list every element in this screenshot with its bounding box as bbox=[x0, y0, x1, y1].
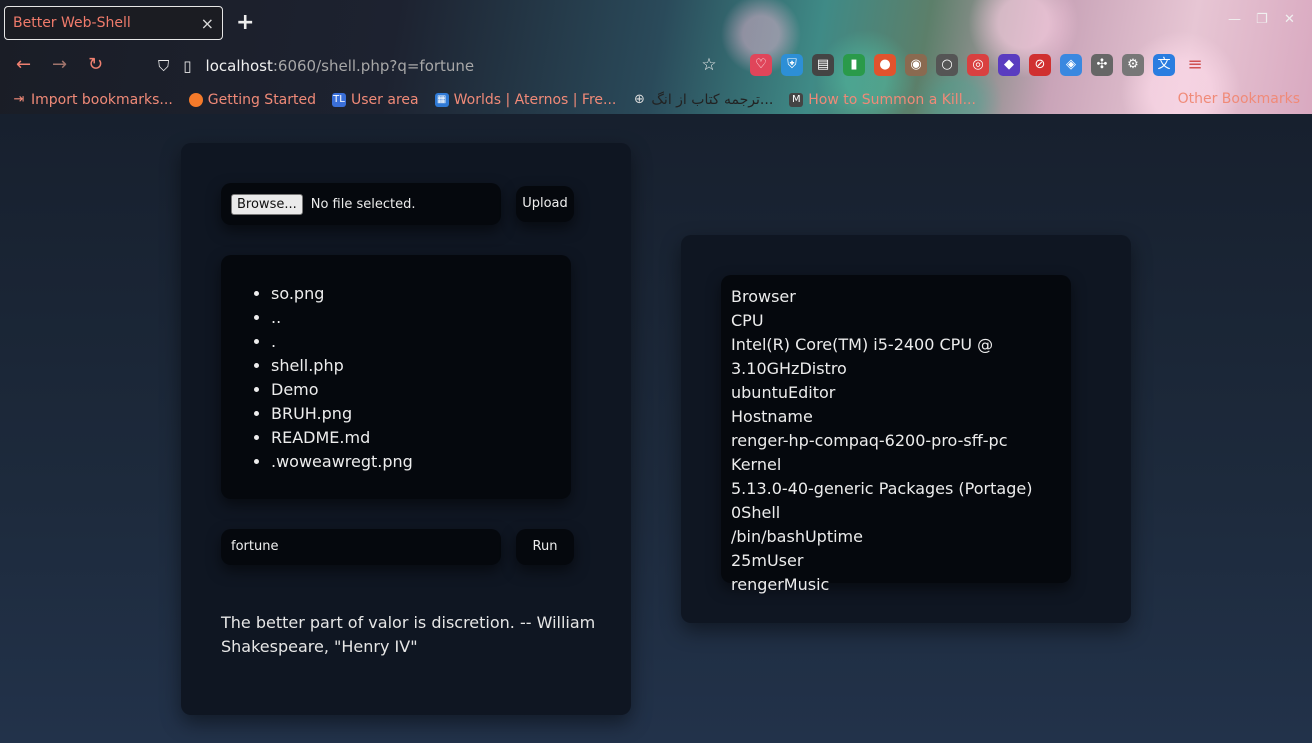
bookmark-summon[interactable]: M How to Summon a Kill... bbox=[789, 92, 976, 108]
owl-icon[interactable]: ◉ bbox=[905, 54, 927, 76]
bookmarks-bar: ⇥ Import bookmarks... Getting Started TL… bbox=[0, 88, 1312, 112]
info-line: CPU bbox=[731, 311, 764, 330]
badge-ext-icon[interactable]: ◈ bbox=[1060, 54, 1082, 76]
list-item: README.md bbox=[271, 426, 571, 450]
info-line: renger-hp-compaq-6200-pro-sff-pc Kernel bbox=[731, 431, 1008, 474]
tab-title: Better Web-Shell bbox=[13, 15, 131, 31]
info-line: /bin/bashUptime bbox=[731, 527, 863, 546]
toolbar-icons: ☆ ♡ ⛨ ▤ ▮ ● ◉ ○ ◎ ◆ ⊘ ◈ ✣ ⚙ 文 ≡ bbox=[698, 54, 1206, 76]
bookmark-label: Getting Started bbox=[207, 92, 317, 108]
reload-icon[interactable]: ↻ bbox=[88, 54, 103, 75]
puzzle-icon[interactable]: ✣ bbox=[1091, 54, 1113, 76]
pocket-icon[interactable]: ♡ bbox=[750, 54, 772, 76]
star-icon[interactable]: ☆ bbox=[698, 54, 720, 76]
page-icon[interactable]: ▯ bbox=[183, 57, 191, 75]
bookmark-label: Import bookmarks... bbox=[31, 92, 173, 108]
info-line: ubuntuEditor bbox=[731, 383, 836, 402]
url-bar[interactable]: ⛉ ▯ localhost :6060/shell.php?q=fortune bbox=[158, 52, 698, 80]
info-line: Hostname bbox=[731, 407, 813, 426]
m-icon: M bbox=[789, 93, 804, 107]
list-item: shell.php bbox=[271, 354, 571, 378]
bookmark-label: How to Summon a Kill... bbox=[808, 92, 976, 108]
circle-ext-icon[interactable]: ○ bbox=[936, 54, 958, 76]
browse-button[interactable]: Browse... bbox=[231, 193, 303, 215]
diamond-ext-icon[interactable]: ◆ bbox=[998, 54, 1020, 76]
info-line: rengerMusic bbox=[731, 575, 830, 594]
new-tab-button[interactable]: + bbox=[236, 10, 254, 35]
url-path: :6060/shell.php?q=fortune bbox=[272, 57, 475, 75]
close-window-icon[interactable]: ✕ bbox=[1284, 12, 1295, 27]
file-upload-field: Browse... No file selected. bbox=[221, 183, 501, 225]
firefox-icon bbox=[188, 93, 203, 107]
run-button[interactable]: Run bbox=[516, 529, 574, 565]
page-content: Browse... No file selected. Upload so.pn… bbox=[0, 114, 1312, 743]
system-info-panel: Browser CPU Intel(R) Core(TM) i5-2400 CP… bbox=[681, 235, 1131, 623]
bookmark-getting-started[interactable]: Getting Started bbox=[188, 92, 317, 108]
import-icon: ⇥ bbox=[13, 92, 25, 107]
container-icon[interactable]: ▤ bbox=[812, 54, 834, 76]
info-line: Intel(R) Core(TM) i5-2400 CPU @ bbox=[731, 335, 994, 354]
shield-ext-icon[interactable]: ⛨ bbox=[781, 54, 803, 76]
system-info: Browser CPU Intel(R) Core(TM) i5-2400 CP… bbox=[721, 275, 1071, 594]
info-line: Browser bbox=[731, 287, 796, 306]
command-output: The better part of valor is discretion. … bbox=[221, 613, 596, 656]
bookmark-user-area[interactable]: TL User area bbox=[332, 92, 419, 108]
bookmark-import[interactable]: ⇥ Import bookmarks... bbox=[12, 92, 173, 108]
translate-icon[interactable]: 文 bbox=[1153, 54, 1175, 76]
other-bookmarks[interactable]: Other Bookmarks bbox=[1178, 91, 1300, 107]
close-icon[interactable]: × bbox=[201, 14, 214, 33]
shell-panel: Browse... No file selected. Upload so.pn… bbox=[181, 143, 631, 715]
maximize-icon[interactable]: ❐ bbox=[1256, 12, 1268, 27]
upload-button[interactable]: Upload bbox=[516, 186, 574, 222]
settings-icon[interactable]: ⚙ bbox=[1122, 54, 1144, 76]
list-item: BRUH.png bbox=[271, 402, 571, 426]
info-line: 0Shell bbox=[731, 503, 781, 522]
info-line: 3.10GHzDistro bbox=[731, 359, 847, 378]
bookmark-label: User area bbox=[351, 92, 419, 108]
shield-icon[interactable]: ⛉ bbox=[158, 57, 169, 75]
chrome-ext-icon[interactable]: ◎ bbox=[967, 54, 989, 76]
list-item: Demo bbox=[271, 378, 571, 402]
globe-icon: ⊕ bbox=[633, 92, 645, 107]
file-list: so.png .. . shell.php Demo BRUH.png READ… bbox=[221, 255, 571, 499]
bookmark-label: Worlds | Aternos | Fre... bbox=[453, 92, 617, 108]
navigation-bar: ← → ↻ ⛉ ▯ localhost :6060/shell.php?q=fo… bbox=[0, 48, 1312, 84]
block-ext-icon[interactable]: ⊘ bbox=[1029, 54, 1051, 76]
tl-icon: TL bbox=[332, 93, 347, 107]
info-line: 25mUser bbox=[731, 551, 804, 570]
browser-chrome: Better Web-Shell × + — ❐ ✕ ← → ↻ ⛉ ▯ loc… bbox=[0, 0, 1312, 114]
browser-tab[interactable]: Better Web-Shell × bbox=[4, 6, 223, 40]
duckduckgo-icon[interactable]: ● bbox=[874, 54, 896, 76]
list-item: so.png bbox=[271, 282, 571, 306]
bookmark-label: ترجمه کتاب از انگ... bbox=[651, 92, 774, 108]
forward-icon[interactable]: → bbox=[52, 54, 67, 75]
file-status: No file selected. bbox=[310, 196, 416, 212]
list-item: . bbox=[271, 330, 571, 354]
info-line: 5.13.0-40-generic Packages (Portage) bbox=[731, 479, 1033, 498]
command-input[interactable]: fortune bbox=[221, 529, 501, 565]
bookmark-aternos[interactable]: ▦ Worlds | Aternos | Fre... bbox=[434, 92, 617, 108]
url-host: localhost bbox=[205, 57, 273, 75]
menu-icon[interactable]: ≡ bbox=[1184, 54, 1206, 76]
bookmark-translation[interactable]: ⊕ ترجمه کتاب از انگ... bbox=[632, 92, 773, 108]
chart-ext-icon[interactable]: ▮ bbox=[843, 54, 865, 76]
back-icon[interactable]: ← bbox=[16, 54, 31, 75]
list-item: .. bbox=[271, 306, 571, 330]
aternos-icon: ▦ bbox=[434, 93, 449, 107]
list-item: .woweawregt.png bbox=[271, 450, 571, 474]
minimize-icon[interactable]: — bbox=[1228, 12, 1241, 27]
